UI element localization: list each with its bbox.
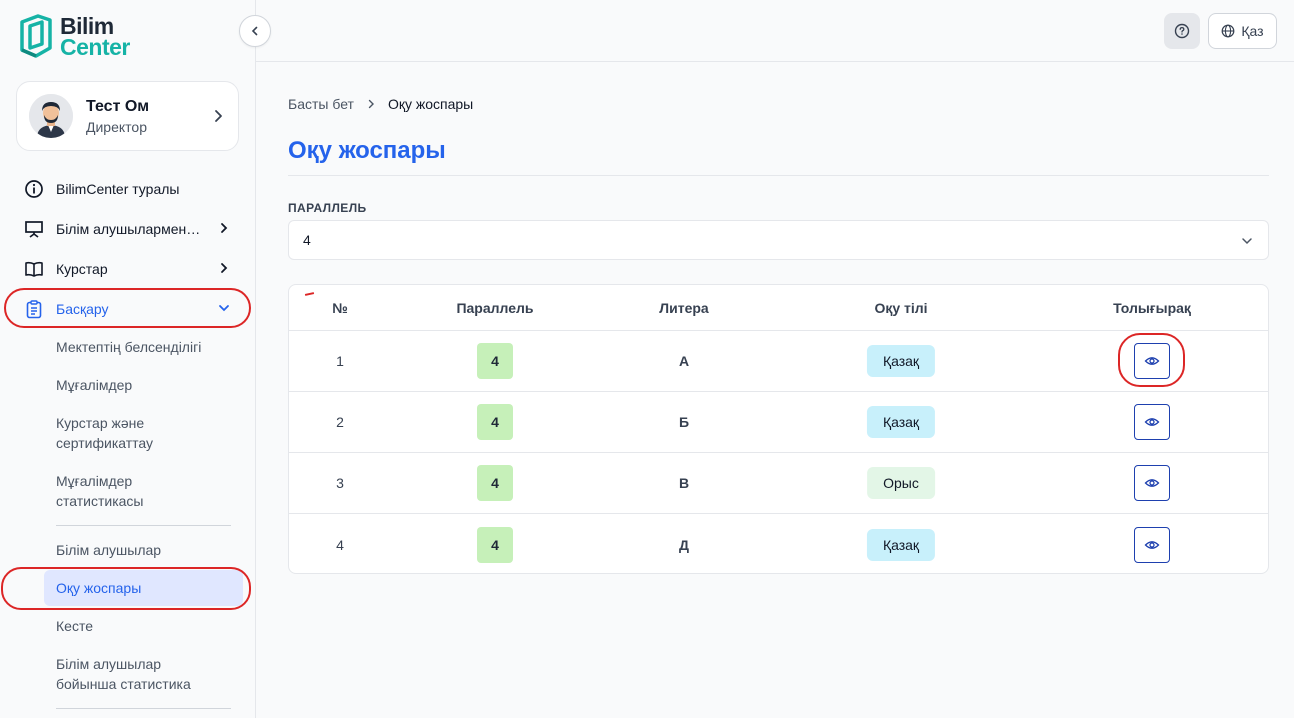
row-letter: Б (678, 414, 690, 430)
row-letter: А (678, 353, 690, 369)
chevron-right-icon (366, 99, 376, 109)
view-details-button[interactable] (1134, 526, 1170, 563)
sub-item-teacher-stats[interactable]: Мұғалімдер статистикасы (44, 471, 194, 511)
help-button[interactable] (1164, 13, 1200, 49)
eye-icon (1144, 540, 1160, 549)
header-parallel: Параллель (456, 300, 534, 316)
nav-label-about: BilimCenter туралы (56, 181, 180, 197)
breadcrumb-current: Оқу жоспары (387, 96, 474, 112)
sub-item-teachers[interactable]: Мұғалімдер (44, 375, 243, 395)
help-icon (1174, 23, 1190, 39)
avatar (29, 94, 73, 138)
language-label: Қаз (1241, 23, 1264, 39)
sub-item-student-stats[interactable]: Білім алушылар бойынша статистика (44, 654, 204, 694)
breadcrumb-home[interactable]: Басты бет (288, 96, 354, 112)
language-badge: Қазақ (866, 528, 936, 561)
logo-line2: Center (60, 34, 130, 60)
profile-name: Тест Ом (86, 97, 150, 115)
page-title: Оқу жоспары (288, 137, 446, 164)
sidebar: Bilim Center Тест Ом Директор BilimCente (0, 0, 256, 718)
sub-item-schedule[interactable]: Кесте (44, 616, 243, 636)
row-letter: Д (679, 536, 689, 553)
nav-label-courses: Курстар (56, 261, 108, 277)
info-icon (24, 179, 44, 199)
sub-item-students[interactable]: Білім алушылар (44, 540, 243, 560)
parallel-filter-label: ПАРАЛЛЕЛЬ (288, 201, 367, 215)
sub-item-activity[interactable]: Мектептің белсенділігі (44, 337, 243, 357)
table-row: 2 4 Б Қазақ (289, 392, 1268, 453)
table-header: № Параллель Литера Оқу тілі Толығырақ (289, 285, 1268, 331)
language-badge: Орыс (867, 467, 935, 499)
eye-icon (1144, 357, 1160, 365)
header-lang: Оқу тілі (874, 300, 928, 316)
table-row: 3 4 В Орыс (289, 453, 1268, 514)
view-details-button[interactable] (1134, 404, 1170, 440)
nav-item-manage[interactable]: Басқару (16, 291, 239, 327)
divider (56, 525, 231, 526)
table-row: 1 4 А Қазақ (289, 331, 1268, 392)
chevron-left-icon (251, 26, 258, 36)
chevron-right-icon (215, 110, 222, 122)
parallel-badge: 4 (477, 526, 513, 563)
row-letter: В (678, 475, 690, 491)
parallel-select-value: 4 (303, 232, 311, 248)
nav-label-manage: Басқару (56, 301, 109, 317)
book-icon (24, 259, 44, 279)
row-num: 4 (336, 536, 344, 553)
globe-icon (1221, 24, 1235, 38)
sub-item-study-plan[interactable]: Оқу жоспары (44, 570, 243, 606)
header-num: № (332, 300, 348, 316)
view-details-button[interactable] (1134, 343, 1170, 379)
breadcrumb: Басты бет Оқу жоспары (288, 96, 473, 112)
clipboard-icon (24, 299, 44, 319)
divider (56, 708, 231, 709)
collapse-sidebar-button[interactable] (239, 15, 271, 47)
profile-card[interactable]: Тест Ом Директор (16, 81, 239, 151)
table-row: 4 4 Д Қазақ (289, 514, 1268, 573)
logo-text: Bilim Center (60, 15, 130, 60)
parallel-badge: 4 (477, 465, 513, 501)
header-more: Толығырақ (1113, 300, 1191, 316)
profile-role: Директор (86, 118, 147, 135)
header-letter: Литера (659, 300, 709, 316)
eye-icon (1144, 479, 1160, 487)
parallel-select[interactable]: 4 (288, 220, 1269, 260)
row-num: 2 (336, 414, 344, 430)
divider (288, 175, 1269, 176)
parallel-badge: 4 (477, 404, 513, 440)
chevron-down-icon (219, 305, 229, 312)
study-plan-table: № Параллель Литера Оқу тілі Толығырақ 1 … (288, 284, 1269, 574)
language-badge: Қазақ (866, 345, 936, 377)
logo-icon (20, 14, 52, 58)
chevron-right-icon (221, 223, 228, 233)
logo[interactable]: Bilim Center (18, 14, 130, 60)
nav-item-students[interactable]: Білім алушылармен жұмыс (16, 211, 239, 247)
row-num: 3 (336, 475, 344, 491)
sub-item-courses-cert[interactable]: Курстар және сертификаттау (44, 413, 194, 453)
nav-item-about[interactable]: BilimCenter туралы (16, 171, 239, 207)
eye-icon (1144, 418, 1160, 426)
nav-label-students: Білім алушылармен жұмыс (56, 221, 201, 237)
presentation-icon (24, 219, 44, 239)
language-badge: Қазақ (866, 406, 936, 438)
language-button[interactable]: Қаз (1208, 13, 1277, 49)
view-details-button[interactable] (1134, 465, 1170, 501)
chevron-right-icon (221, 263, 228, 273)
row-num: 1 (336, 353, 344, 369)
chevron-down-icon (1242, 238, 1252, 245)
parallel-badge: 4 (477, 343, 513, 379)
topbar: Қаз (256, 0, 1294, 62)
nav-item-courses[interactable]: Курстар (16, 251, 239, 287)
